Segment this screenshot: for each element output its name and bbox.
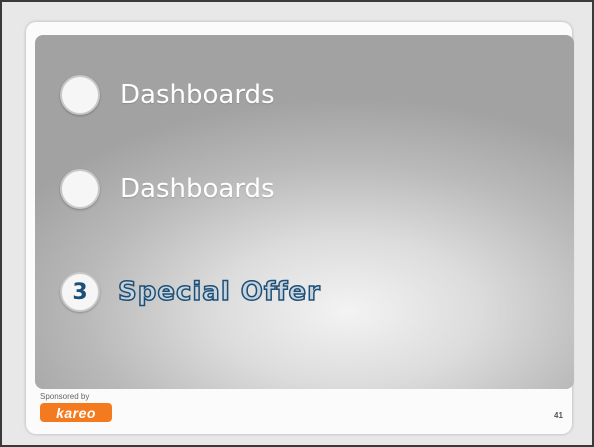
kareo-logo: kareo (40, 403, 112, 422)
slide-frame: Dashboards Dashboards 3 Special Offer Sp… (0, 0, 594, 447)
bullet-circle (60, 75, 100, 115)
item-label: Dashboards (120, 80, 275, 110)
list-item-dashboards-1: Dashboards (60, 72, 275, 118)
number-badge: 3 (60, 272, 100, 312)
list-item-special-offer: 3 Special Offer (60, 269, 321, 315)
sponsor-text: Sponsored by (40, 392, 90, 401)
list-item-dashboards-2: Dashboards (60, 166, 275, 212)
item-label-highlighted: Special Offer (117, 276, 321, 308)
sponsor-block: Sponsored by kareo (40, 392, 140, 428)
bullet-circle (60, 169, 100, 209)
page-number: 41 (554, 411, 563, 420)
item-label: Dashboards (120, 174, 275, 204)
